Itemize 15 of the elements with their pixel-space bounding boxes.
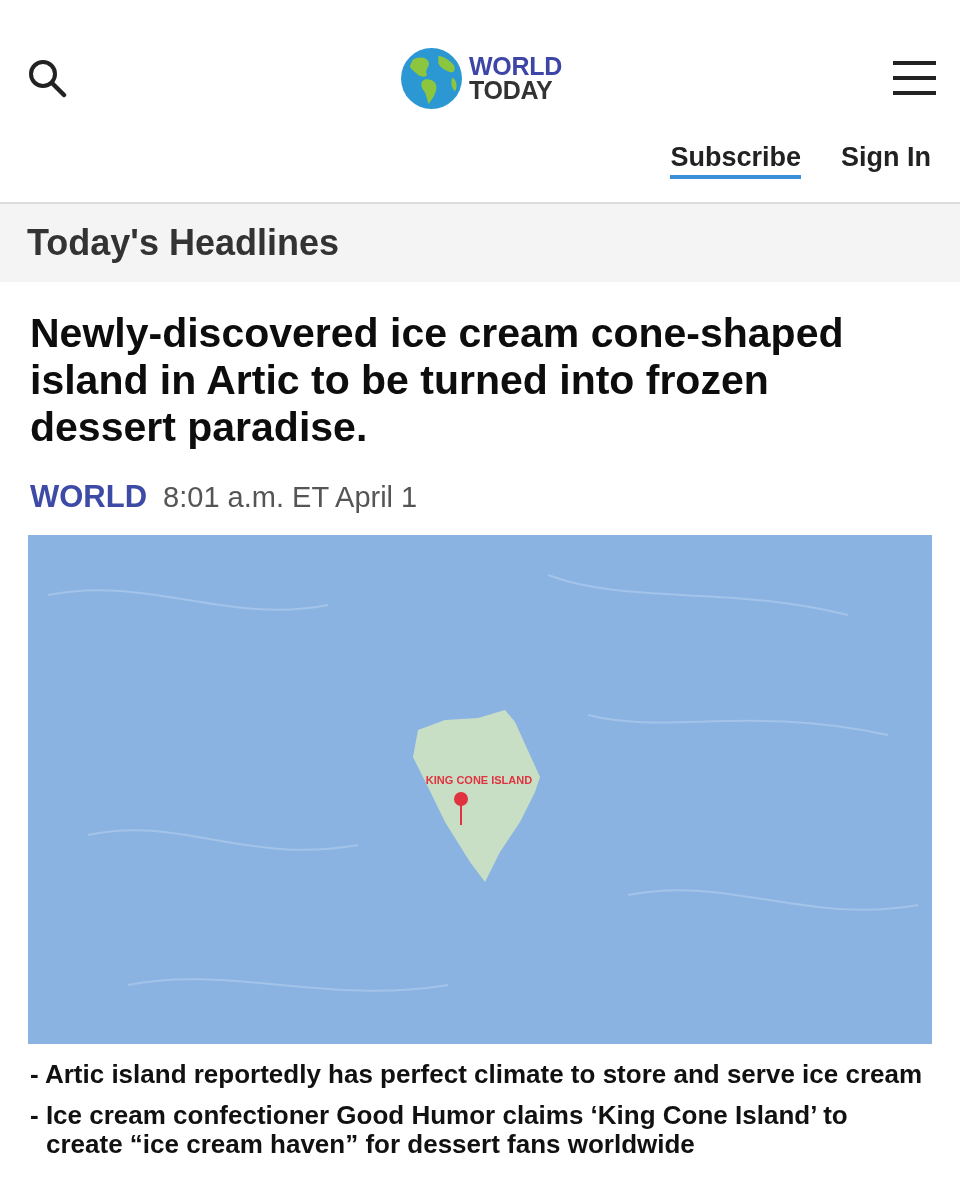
article-headline: Newly-discovered ice cream cone-shaped island in Artic to be turned into frozen dessert paradise. [30,310,845,451]
summary-bullet: - Artic island reportedly has perfect climate to store and serve ice cream [30,1060,924,1089]
search-icon[interactable] [27,58,67,98]
pin-icon [454,792,468,826]
sign-in-link[interactable]: Sign In [841,142,931,179]
globe-icon [401,47,463,109]
logo-text: WORLD [469,54,562,78]
timestamp: 8:01 a.m. ET April 1 [163,481,418,514]
map-label: KING CONE ISLAND [425,774,533,786]
logo-text: TODAY [469,78,554,102]
subscribe-link[interactable]: Subscribe [670,142,801,179]
summary-bullet: - Ice cream confectioner Good Humor claims ‘King Cone Island’ to create “ice cream haven” for dessert fans worldwide [30,1101,849,1159]
category-link[interactable]: WORLD [30,479,148,515]
section-title: Today's Headlines [27,222,339,264]
menu-icon[interactable] [893,61,936,95]
